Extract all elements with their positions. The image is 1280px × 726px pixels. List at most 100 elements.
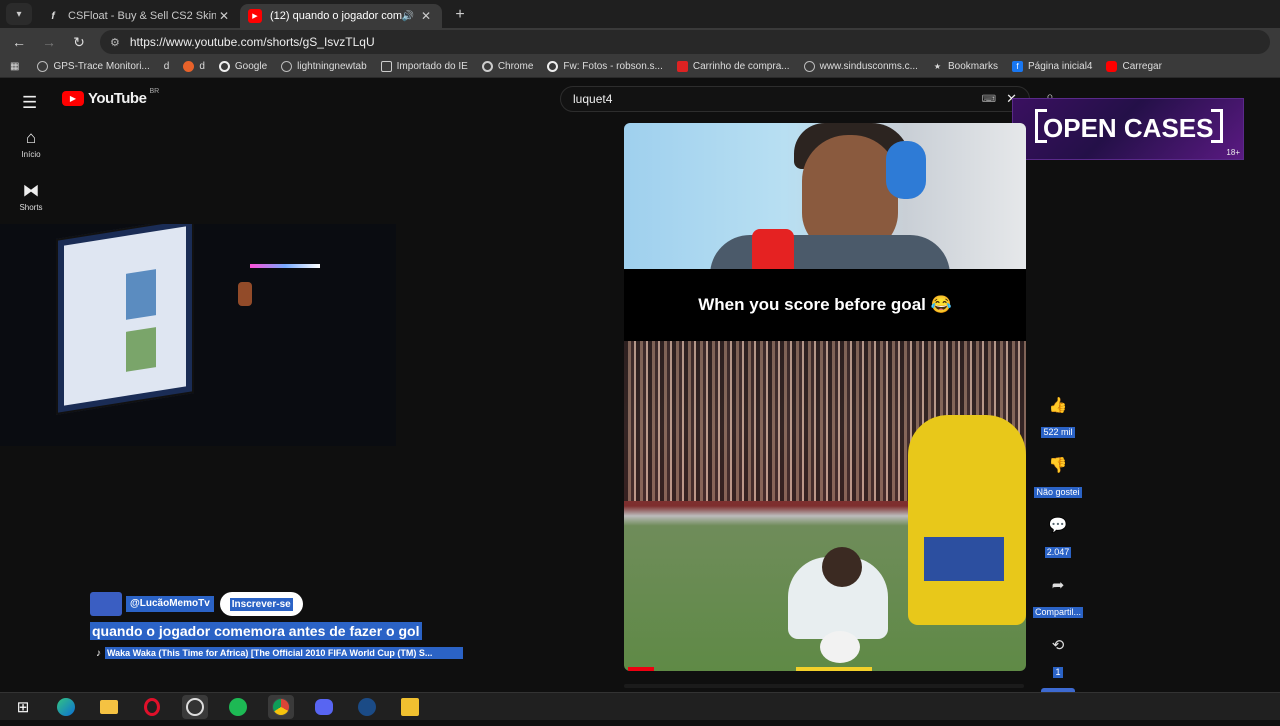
shorts-video-player[interactable]: When you score before goal 😂 — [624, 123, 1026, 671]
spotify-icon[interactable] — [225, 695, 251, 719]
tab-title: (12) quando o jogador comemora — [270, 10, 402, 22]
bookmark-item[interactable]: Chrome — [481, 61, 533, 72]
discord-icon[interactable] — [311, 695, 337, 719]
facebook-icon: f — [1011, 61, 1023, 72]
country-code: BR — [149, 88, 160, 95]
close-tab-icon[interactable]: ✕ — [216, 9, 232, 23]
windows-start-icon[interactable]: ⊞ — [10, 695, 36, 719]
comments-button[interactable]: 💬 2.047 — [1032, 508, 1084, 560]
chrome-icon[interactable] — [268, 694, 294, 719]
recorder-icon[interactable] — [182, 694, 208, 719]
remix-button[interactable]: ⟲ 1 — [1032, 628, 1084, 680]
speaker-icon[interactable]: 🔊 — [402, 11, 414, 22]
back-button[interactable]: ← — [4, 34, 34, 50]
tab-csfloat[interactable]: f CSFloat - Buy & Sell CS2 Skins ✕ — [38, 4, 240, 28]
rgb-fan — [238, 282, 252, 306]
csfloat-icon: f — [51, 10, 55, 22]
google-icon — [218, 61, 230, 72]
microphone — [752, 229, 794, 273]
channel-avatar[interactable] — [90, 592, 122, 616]
bookmark-folder[interactable]: ★ Bookmarks — [932, 61, 998, 72]
bookmark-favicon — [183, 61, 195, 72]
bookmark-item[interactable]: d — [183, 61, 205, 72]
hamburger-menu-icon[interactable]: ☰ — [22, 93, 37, 113]
forward-button[interactable]: → — [34, 34, 64, 50]
folder-icon — [380, 61, 392, 72]
bookmark-item[interactable]: Fw: Fotos - robson.s... — [547, 61, 663, 72]
bookmark-item[interactable]: lightningnewtab — [281, 61, 367, 72]
music-note-icon: ♪ — [96, 647, 101, 659]
edge-icon[interactable] — [53, 695, 79, 719]
bookmark-item[interactable]: Google — [218, 61, 267, 72]
youtube-icon: ▶ — [248, 9, 262, 23]
video-title[interactable]: quando o jogador comemora antes de fazer… — [90, 622, 422, 640]
ad-text: OPEN CASES — [1043, 113, 1214, 143]
rgb-lights — [250, 264, 320, 268]
apps-icon[interactable]: ▦ — [10, 61, 19, 72]
dislike-button[interactable]: 👎 Não gostei — [1032, 448, 1084, 500]
opera-icon[interactable] — [139, 695, 165, 719]
share-label: Compartil... — [1032, 607, 1083, 618]
nav-label: Shorts — [19, 203, 43, 212]
address-bar[interactable]: ⚙ https://www.youtube.com/shorts/gS_Isvz… — [100, 30, 1270, 54]
bookmark-item[interactable]: d — [164, 61, 170, 72]
file-explorer-icon[interactable] — [96, 695, 122, 719]
youtube-play-icon: ▶ — [62, 91, 84, 106]
url-text: https://www.youtube.com/shorts/gS_IsvzTL… — [129, 35, 375, 49]
video-info: @LucãoMemoTv Inscrever-se quando o jogad… — [90, 592, 490, 659]
bookmarks-bar: ▦ GPS-Trace Monitori... d d Google light… — [0, 56, 1280, 78]
action-bar: 👍 522 mil 👎 Não gostei 💬 2.047 ➦ Compart… — [1032, 388, 1084, 726]
webcam-overlay — [0, 224, 396, 446]
bookmark-item[interactable]: f Página inicial4 — [1011, 61, 1092, 72]
google-icon — [547, 61, 559, 72]
site-info-icon[interactable]: ⚙ — [110, 36, 120, 49]
bookmark-folder[interactable]: Importado do IE — [380, 61, 468, 72]
video-sticker — [796, 667, 872, 671]
nav-home[interactable]: ⌂ Início — [8, 128, 54, 159]
player-yellow — [908, 415, 1026, 625]
like-button[interactable]: 👍 522 mil — [1032, 388, 1084, 440]
streamer-cam — [624, 123, 1026, 275]
remix-count: 1 — [1053, 667, 1063, 678]
nav-shorts[interactable]: ⧓ Shorts — [8, 181, 54, 212]
home-icon: ⌂ — [25, 128, 37, 147]
nav-label: Início — [21, 150, 41, 159]
subscribe-button[interactable]: Inscrever-se — [219, 592, 303, 616]
windows-taskbar: ⊞ — [0, 692, 1280, 720]
progress-bar[interactable] — [628, 667, 654, 671]
tab-strip: ▾ f CSFloat - Buy & Sell CS2 Skins ✕ ▶ (… — [0, 0, 1280, 28]
age-rating: 18+ — [1226, 148, 1240, 157]
bookmark-item[interactable]: www.sindusconms.c... — [803, 61, 918, 72]
steam-icon[interactable] — [354, 695, 380, 719]
music-row[interactable]: ♪ Waka Waka (This Time for Africa) [The … — [90, 647, 490, 659]
reload-button[interactable]: ↻ — [64, 34, 94, 51]
football — [820, 631, 860, 663]
youtube-logo[interactable]: ▶ YouTube BR — [62, 88, 160, 107]
like-icon: 👍 — [1048, 397, 1068, 414]
bookmark-item[interactable]: Carregar — [1106, 61, 1162, 72]
keyboard-icon[interactable]: ⌨ — [982, 94, 996, 105]
tab-search-button[interactable]: ▾ — [6, 3, 32, 25]
new-tab-button[interactable]: + — [448, 4, 472, 28]
side-nav: ⌂ Início ⧓ Shorts — [8, 128, 54, 234]
headset — [886, 141, 926, 199]
remix-icon: ⟲ — [1051, 637, 1065, 654]
app-icon[interactable] — [397, 695, 423, 719]
channel-name[interactable]: @LucãoMemoTv — [126, 596, 214, 612]
tab-youtube[interactable]: ▶ (12) quando o jogador comemora 🔊 ✕ — [240, 4, 442, 28]
logo-text: YouTube — [88, 90, 147, 107]
close-tab-icon[interactable]: ✕ — [418, 9, 434, 23]
globe-icon — [803, 61, 815, 72]
search-input[interactable]: luquet4 ⌨ ✕ — [560, 86, 1030, 112]
bookmark-item[interactable]: GPS-Trace Monitori... — [37, 61, 150, 72]
dislike-label: Não gostei — [1034, 487, 1082, 498]
shorts-icon: ⧓ — [22, 181, 40, 200]
channel-row: @LucãoMemoTv Inscrever-se — [90, 592, 490, 616]
bookmark-item[interactable]: Carrinho de compra... — [676, 61, 790, 72]
youtube-icon — [1106, 61, 1118, 72]
next-video-hint — [624, 684, 1024, 688]
share-button[interactable]: ➦ Compartil... — [1032, 568, 1084, 620]
chrome-icon — [481, 61, 493, 72]
video-caption: When you score before goal 😂 — [624, 269, 1026, 341]
monitor-image — [56, 224, 194, 415]
